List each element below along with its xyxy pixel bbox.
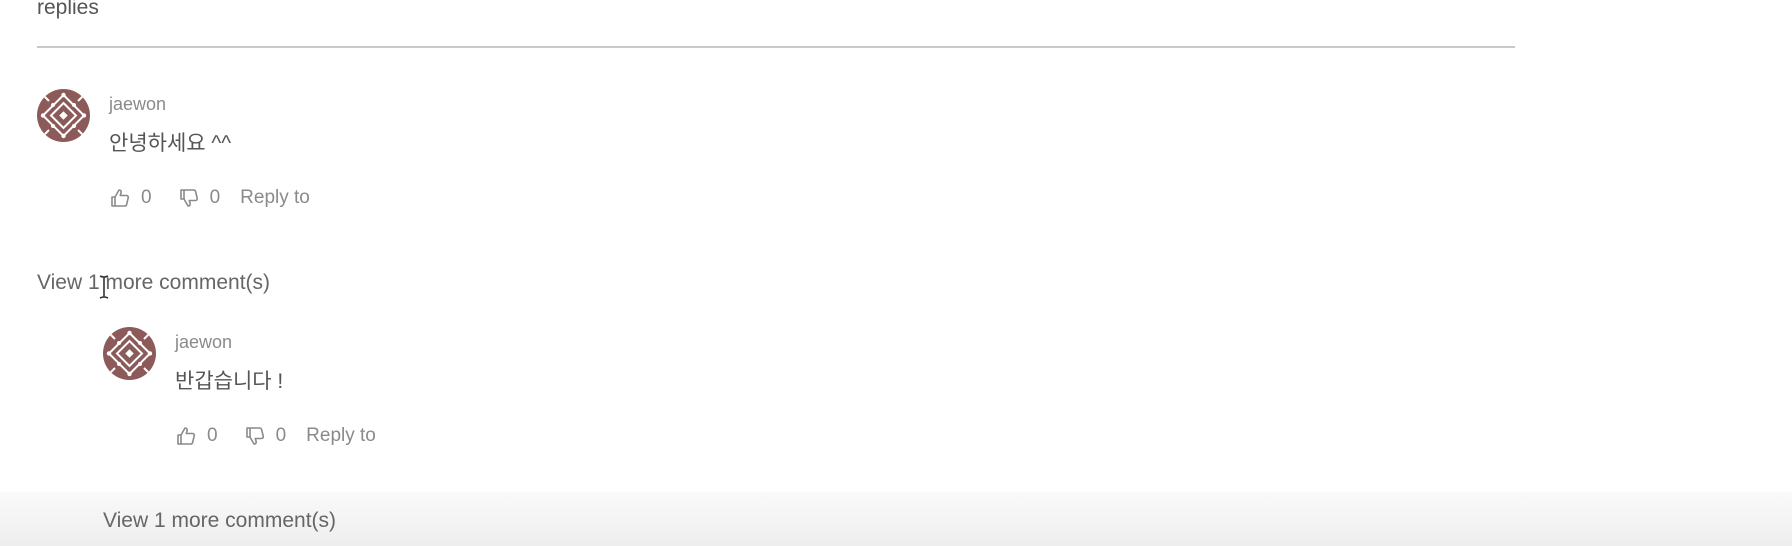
avatar[interactable] <box>103 327 156 380</box>
comment-text: 안녕하세요 ^^ <box>109 132 232 155</box>
thumbs-up-icon[interactable] <box>109 187 131 209</box>
thumbs-down-icon[interactable] <box>178 187 200 209</box>
like-count: 0 <box>141 187 152 208</box>
comment-thread: replies jaewon 안녕하세요 ^^ 0 0 Reply to Vie… <box>0 0 1792 546</box>
avatar-pattern-icon <box>103 327 156 380</box>
dislike-count: 0 <box>275 425 287 446</box>
reply-button[interactable]: Reply to <box>306 425 376 447</box>
avatar[interactable] <box>37 89 90 142</box>
divider <box>37 46 1515 48</box>
comment-actions: 0 0 Reply to <box>109 186 310 210</box>
like-count: 0 <box>207 425 218 446</box>
avatar-pattern-icon <box>37 89 90 142</box>
view-more-comments-link[interactable]: View 1 more comment(s) <box>37 271 270 295</box>
thumbs-up-icon[interactable] <box>175 425 197 447</box>
comment-text: 반갑습니다 ! <box>175 370 284 393</box>
comment-author[interactable]: jaewon <box>175 332 232 353</box>
text-cursor-icon <box>99 275 109 299</box>
comment-actions: 0 0 Reply to <box>175 424 376 448</box>
comment-author[interactable]: jaewon <box>109 94 166 115</box>
view-more-comments-link[interactable]: View 1 more comment(s) <box>103 509 336 533</box>
section-title: replies <box>37 0 99 19</box>
thumbs-down-icon[interactable] <box>244 425 266 447</box>
reply-button[interactable]: Reply to <box>240 187 310 209</box>
dislike-count: 0 <box>209 187 221 208</box>
